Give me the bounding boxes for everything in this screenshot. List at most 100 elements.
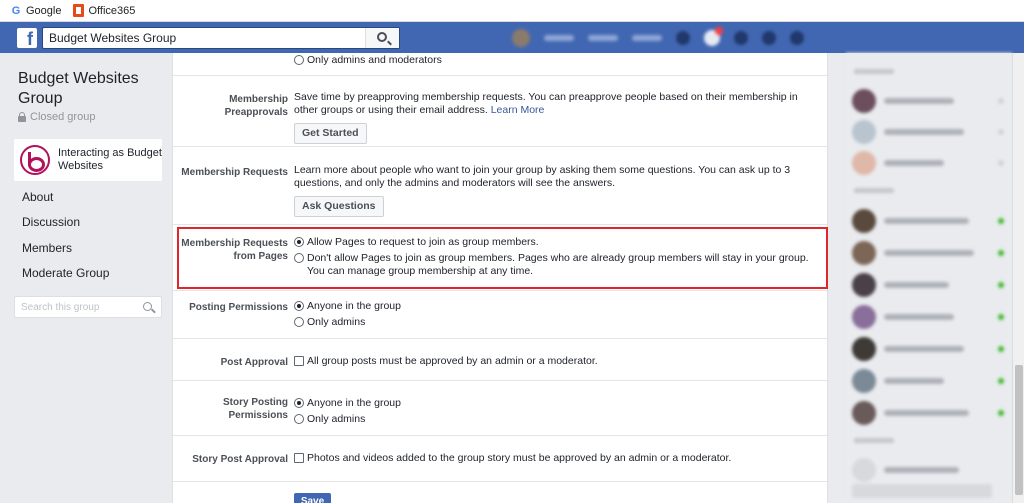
option-label: Anyone in the group (307, 397, 401, 409)
notifications-icon[interactable] (734, 30, 748, 45)
help-icon[interactable] (762, 30, 776, 45)
contact-name (884, 314, 954, 320)
setting-label: Membership Requests (181, 167, 288, 178)
bookmark-label: Google (26, 4, 62, 17)
status-dot (998, 378, 1004, 384)
radio-admins-story[interactable] (294, 414, 304, 424)
bookmark-label: Office365 (88, 4, 136, 17)
contact-name (884, 467, 959, 473)
home-link[interactable] (588, 34, 618, 41)
status-dot (998, 410, 1004, 416)
bookmark-office365[interactable]: Office365 (73, 4, 135, 17)
option-label: Anyone in the group (307, 300, 401, 312)
group-search-input[interactable] (15, 297, 135, 317)
chat-contact[interactable] (852, 208, 1008, 234)
chevron-down-icon[interactable] (790, 30, 804, 45)
save-row (173, 481, 827, 503)
chat-search-box[interactable] (852, 481, 1008, 501)
contact-name (884, 282, 949, 288)
option-label: Photos and videos added to the group sto… (307, 452, 732, 464)
admins-option-row: Only admins and moderators (294, 54, 819, 70)
interacting-as-card[interactable]: Interacting as Budget Websites (14, 139, 162, 181)
radio-admins-moderators[interactable] (294, 55, 304, 65)
friend-requests-icon[interactable] (676, 30, 690, 45)
search-button[interactable] (365, 28, 399, 48)
contact-avatar (852, 151, 876, 175)
create-link[interactable] (632, 34, 662, 41)
chat-contact[interactable] (852, 400, 1008, 426)
chat-contact[interactable] (852, 457, 1008, 483)
learn-more-link[interactable]: Learn More (491, 104, 545, 116)
privacy-status: Closed group (18, 111, 95, 123)
search-icon (377, 32, 387, 42)
contact-name (884, 98, 954, 104)
chat-sidebar (846, 53, 1012, 503)
interacting-as-label: Interacting as Budget Websites (58, 147, 162, 172)
story-approval-checkbox[interactable] (294, 453, 304, 463)
option-label: Only admins (307, 316, 366, 328)
contact-name (884, 160, 944, 166)
search-input[interactable] (43, 28, 363, 48)
sidebar-item-discussion[interactable]: Discussion (22, 215, 80, 229)
chat-section-header (854, 438, 894, 443)
profile-avatar[interactable] (512, 28, 530, 47)
group-sidebar: Budget Websites Group Closed group Inter… (0, 53, 172, 503)
chat-section-header (854, 188, 894, 193)
setting-label: Story Posting Permissions (222, 397, 288, 421)
radio-admins-post[interactable] (294, 317, 304, 327)
save-button[interactable]: Save (294, 493, 331, 503)
bookmark-google[interactable]: G Google (10, 4, 62, 17)
chat-contact[interactable] (852, 240, 1008, 266)
contact-avatar (852, 89, 876, 113)
chat-contact[interactable] (852, 336, 1008, 362)
radio-anyone-story[interactable] (294, 398, 304, 408)
page-scrollbar[interactable] (1012, 53, 1024, 503)
office365-icon (73, 4, 85, 17)
facebook-top-bar: f (0, 22, 1024, 53)
story-posting-permissions-row: Story Posting Permissions Anyone in the … (173, 380, 827, 435)
contact-avatar (852, 305, 876, 329)
chat-contact[interactable] (852, 304, 1008, 330)
contact-avatar (852, 273, 876, 297)
facebook-logo-icon[interactable]: f (17, 28, 37, 49)
bookmarks-bar: G Google Office365 (0, 0, 1024, 22)
chat-contact[interactable] (852, 368, 1008, 394)
contact-avatar (852, 241, 876, 265)
contact-avatar (852, 401, 876, 425)
chat-contact[interactable] (852, 150, 1008, 176)
sidebar-item-about[interactable]: About (22, 190, 53, 204)
contact-avatar (852, 120, 876, 144)
contact-name (884, 129, 964, 135)
contact-avatar (852, 369, 876, 393)
contact-name (884, 346, 964, 352)
sidebar-item-members[interactable]: Members (22, 241, 72, 255)
radio-anyone-post[interactable] (294, 301, 304, 311)
scrollbar-thumb[interactable] (1015, 365, 1023, 495)
chat-contact[interactable] (852, 119, 1008, 145)
search-box (42, 27, 400, 49)
membership-preapprovals-row: Membership Preapprovals Save time by pre… (173, 75, 827, 146)
status-dot (998, 218, 1004, 224)
posting-permissions-row: Posting Permissions Anyone in the group … (173, 290, 827, 338)
chat-search-input[interactable] (852, 484, 992, 498)
option-label: Only admins (307, 413, 366, 425)
membership-requests-row: Membership Requests Learn more about peo… (173, 146, 827, 224)
chat-contact[interactable] (852, 88, 1008, 114)
option-label: Only admins and moderators (307, 54, 442, 66)
lock-icon (18, 111, 26, 122)
chat-section-header (854, 69, 894, 74)
get-started-button[interactable]: Get Started (294, 123, 367, 144)
post-approval-row: Post Approval All group posts must be ap… (173, 338, 827, 380)
status-dot (998, 346, 1004, 352)
setting-description: Learn more about people who want to join… (294, 164, 791, 189)
sidebar-item-moderate-group[interactable]: Moderate Group (22, 266, 109, 280)
post-approval-checkbox[interactable] (294, 356, 304, 366)
chat-contact[interactable] (852, 272, 1008, 298)
messages-icon[interactable] (704, 26, 723, 46)
profile-link[interactable] (544, 34, 574, 41)
group-title[interactable]: Budget Websites Group (18, 69, 158, 109)
ask-questions-button[interactable]: Ask Questions (294, 196, 384, 217)
search-icon[interactable] (143, 302, 152, 311)
google-icon: G (11, 4, 21, 17)
option-label: All group posts must be approved by an a… (307, 355, 598, 367)
